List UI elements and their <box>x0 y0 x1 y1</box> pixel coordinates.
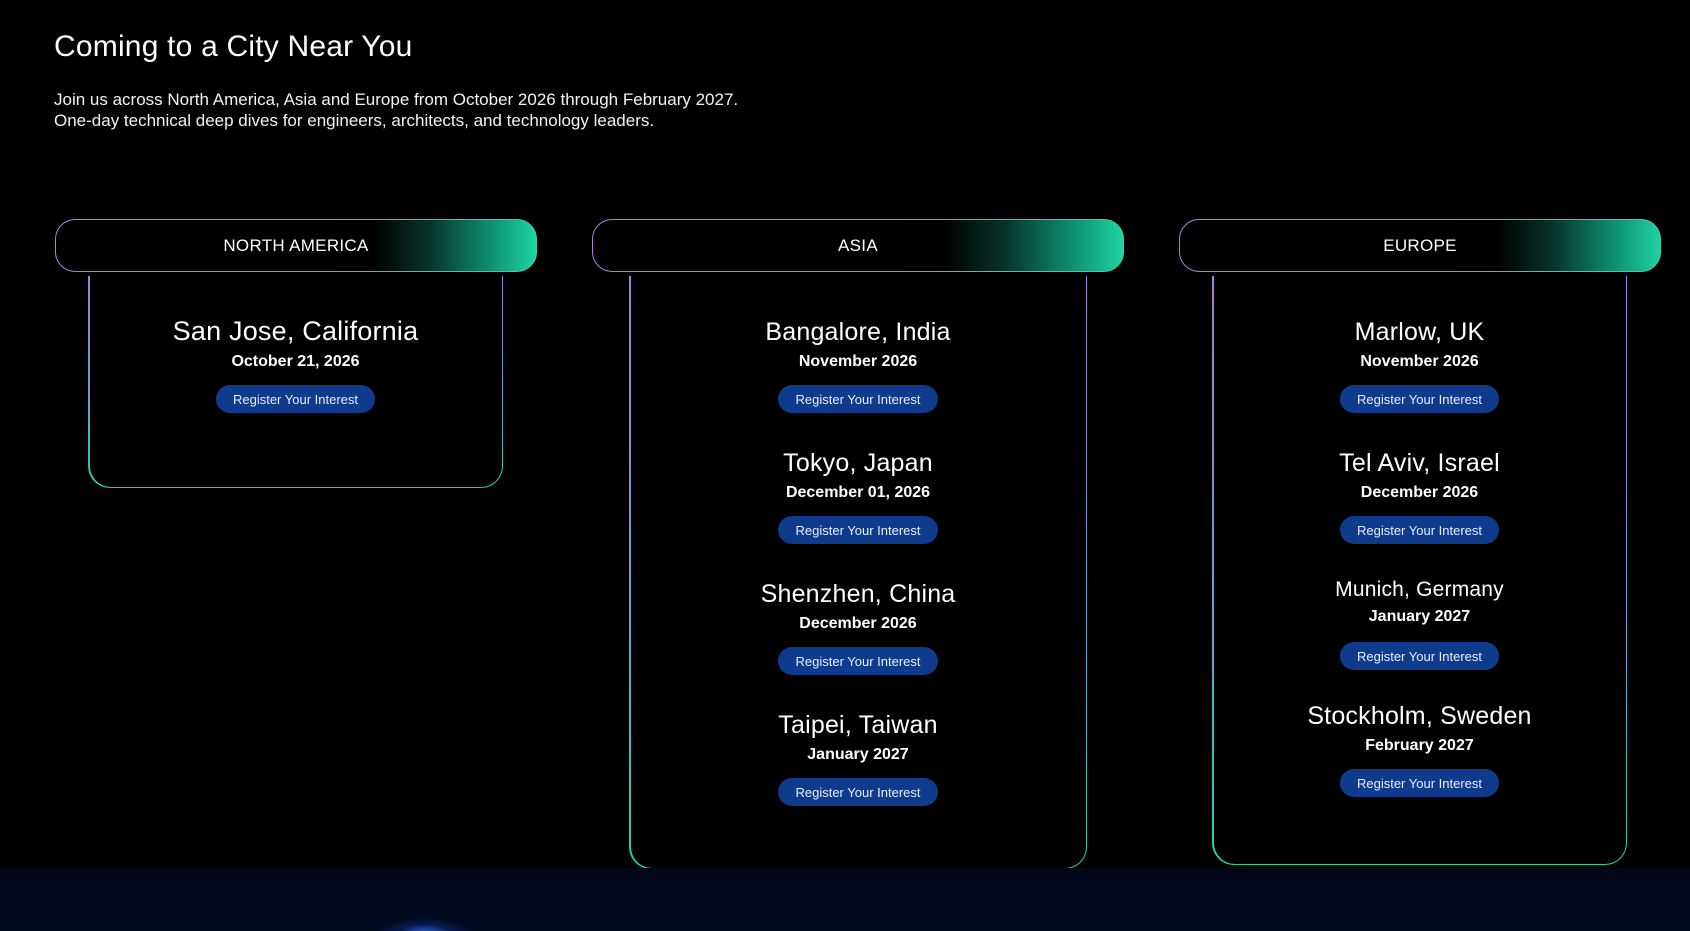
register-interest-button[interactable]: Register Your Interest <box>778 647 938 675</box>
city-san-jose: San Jose, California October 21, 2026 Re… <box>173 316 419 413</box>
city-date: December 01, 2026 <box>785 484 931 501</box>
city-name: Bangalore, India <box>765 318 951 346</box>
region-label: NORTH AMERICA <box>56 220 536 271</box>
region-header-north-america: NORTH AMERICA <box>55 219 537 272</box>
city-taipei: Taipei, Taiwan January 2027 Register You… <box>778 711 938 806</box>
city-name: Stockholm, Sweden <box>1307 702 1532 730</box>
city-name: Shenzhen, China <box>760 580 956 608</box>
section-intro: Join us across North America, Asia and E… <box>54 89 738 131</box>
city-marlow: Marlow, UK November 2026 Register Your I… <box>1339 318 1500 413</box>
footer-band <box>0 868 1690 931</box>
city-date: January 2027 <box>807 746 909 763</box>
region-card-asia: Bangalore, India November 2026 Register … <box>629 276 1087 869</box>
city-date: December 2026 <box>1360 484 1479 501</box>
city-name: Taipei, Taiwan <box>778 711 938 739</box>
city-name: Tel Aviv, Israel <box>1339 449 1500 477</box>
city-name: Marlow, UK <box>1354 318 1485 346</box>
register-interest-button[interactable]: Register Your Interest <box>1339 385 1500 413</box>
city-date: November 2026 <box>1360 353 1479 370</box>
region-card-north-america: San Jose, California October 21, 2026 Re… <box>88 276 503 488</box>
register-interest-button[interactable]: Register Your Interest <box>215 385 375 413</box>
city-tel-aviv: Tel Aviv, Israel December 2026 Register … <box>1339 449 1500 544</box>
register-interest-button[interactable]: Register Your Interest <box>1339 516 1499 544</box>
city-date: January 2027 <box>1368 608 1471 625</box>
register-interest-button[interactable]: Register Your Interest <box>778 778 938 806</box>
city-name: Tokyo, Japan <box>783 449 933 477</box>
city-date: February 2027 <box>1365 737 1474 754</box>
register-interest-button[interactable]: Register Your Interest <box>1339 642 1499 670</box>
region-label: ASIA <box>593 220 1123 271</box>
city-date: November 2026 <box>798 353 918 370</box>
intro-line-2: One-day technical deep dives for enginee… <box>54 111 655 130</box>
page: Coming to a City Near You Join us across… <box>0 0 1690 931</box>
region-header-asia: ASIA <box>592 219 1124 272</box>
register-interest-button[interactable]: Register Your Interest <box>778 385 938 413</box>
region-card-europe: Marlow, UK November 2026 Register Your I… <box>1212 276 1627 865</box>
region-header-europe: EUROPE <box>1179 219 1661 272</box>
register-interest-button[interactable]: Register Your Interest <box>1339 769 1499 797</box>
city-date: October 21, 2026 <box>231 353 360 370</box>
city-stockholm: Stockholm, Sweden February 2027 Register… <box>1307 702 1531 797</box>
intro-line-1: Join us across North America, Asia and E… <box>54 90 739 109</box>
city-tokyo: Tokyo, Japan December 01, 2026 Register … <box>778 449 938 544</box>
section-title: Coming to a City Near You <box>54 30 413 63</box>
register-interest-button[interactable]: Register Your Interest <box>778 516 938 544</box>
city-date: December 2026 <box>799 615 917 632</box>
city-name: Munich, Germany <box>1335 578 1504 601</box>
city-shenzhen: Shenzhen, China December 2026 Register Y… <box>761 580 956 675</box>
city-munich: Munich, Germany January 2027 Register Yo… <box>1335 578 1504 670</box>
city-name: San Jose, California <box>172 316 419 346</box>
city-bangalore: Bangalore, India November 2026 Register … <box>765 318 950 413</box>
region-label: EUROPE <box>1180 220 1660 271</box>
